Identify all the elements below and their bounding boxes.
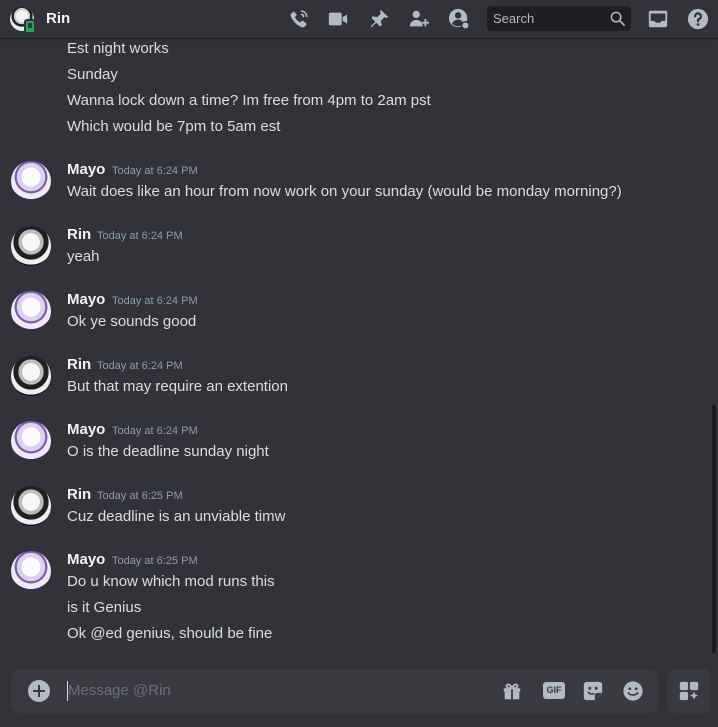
message-line: Wanna lock down a time? Im free from 4pm… <box>67 92 431 109</box>
add-friend-icon[interactable] <box>408 8 430 30</box>
message-timestamp: Today at 6:24 PM <box>112 425 198 437</box>
avatar-mayo[interactable] <box>11 551 51 591</box>
message-author[interactable]: Mayo <box>67 291 105 308</box>
message-author[interactable]: Mayo <box>67 161 105 178</box>
gif-icon[interactable]: GIF <box>543 682 565 699</box>
message-timestamp: Today at 6:24 PM <box>97 230 183 242</box>
apps-icon <box>679 681 699 701</box>
help-icon[interactable] <box>687 8 709 30</box>
mobile-status-icon <box>24 19 36 34</box>
message-timestamp: Today at 6:24 PM <box>97 360 183 372</box>
phone-icon[interactable] <box>288 8 310 30</box>
video-icon[interactable] <box>327 8 349 30</box>
avatar-rin[interactable] <box>11 486 51 526</box>
message-line: Wait does like an hour from now work on … <box>67 183 622 200</box>
message-author[interactable]: Rin <box>67 486 91 503</box>
search-icon <box>610 11 625 26</box>
add-attachment-icon[interactable] <box>28 680 50 702</box>
message-line: Do u know which mod runs this <box>67 573 275 590</box>
message-author[interactable]: Rin <box>67 226 91 243</box>
message-line: Est night works <box>67 40 169 57</box>
avatar-mayo[interactable] <box>11 421 51 461</box>
message-line: But that may require an extention <box>67 378 288 395</box>
profile-icon[interactable] <box>448 8 470 30</box>
avatar-rin[interactable] <box>11 356 51 396</box>
search-input[interactable]: Search <box>487 6 631 31</box>
message-line: O is the deadline sunday night <box>67 443 269 460</box>
avatar-mayo[interactable] <box>11 161 51 201</box>
message-line: Ok ye sounds good <box>67 313 197 330</box>
message-line: is it Genius <box>67 599 142 616</box>
message-line: Ok @ed genius, should be fine <box>67 625 273 642</box>
pin-icon[interactable] <box>368 8 390 30</box>
message-timestamp: Today at 6:24 PM <box>112 165 198 177</box>
dm-recipient-name[interactable]: Rin <box>46 10 70 27</box>
gift-icon[interactable] <box>501 680 523 702</box>
avatar-rin[interactable] <box>11 226 51 266</box>
message-line: Which would be 7pm to 5am est <box>67 118 281 135</box>
message-author[interactable]: Rin <box>67 356 91 373</box>
avatar-mayo[interactable] <box>11 291 51 331</box>
search-label: Search <box>493 11 535 26</box>
message-list: Est night works Sunday Wanna lock down a… <box>0 38 718 658</box>
apps-button[interactable] <box>667 669 711 713</box>
message-timestamp: Today at 6:25 PM <box>97 490 183 502</box>
message-line: Cuz deadline is an unviable timw <box>67 508 286 525</box>
message-author[interactable]: Mayo <box>67 421 105 438</box>
message-timestamp: Today at 6:25 PM <box>112 555 198 567</box>
message-line: Sunday <box>67 66 118 83</box>
message-composer: Message @Rin GIF <box>11 669 658 713</box>
inbox-icon[interactable] <box>647 8 669 30</box>
scrollbar[interactable] <box>712 405 716 653</box>
message-timestamp: Today at 6:24 PM <box>112 295 198 307</box>
message-author[interactable]: Mayo <box>67 551 105 568</box>
sticker-icon[interactable] <box>582 680 604 702</box>
emoji-icon[interactable] <box>622 680 644 702</box>
message-line: yeah <box>67 248 100 265</box>
message-input[interactable]: Message @Rin <box>68 682 171 699</box>
dm-header: Rin Search <box>0 0 718 38</box>
